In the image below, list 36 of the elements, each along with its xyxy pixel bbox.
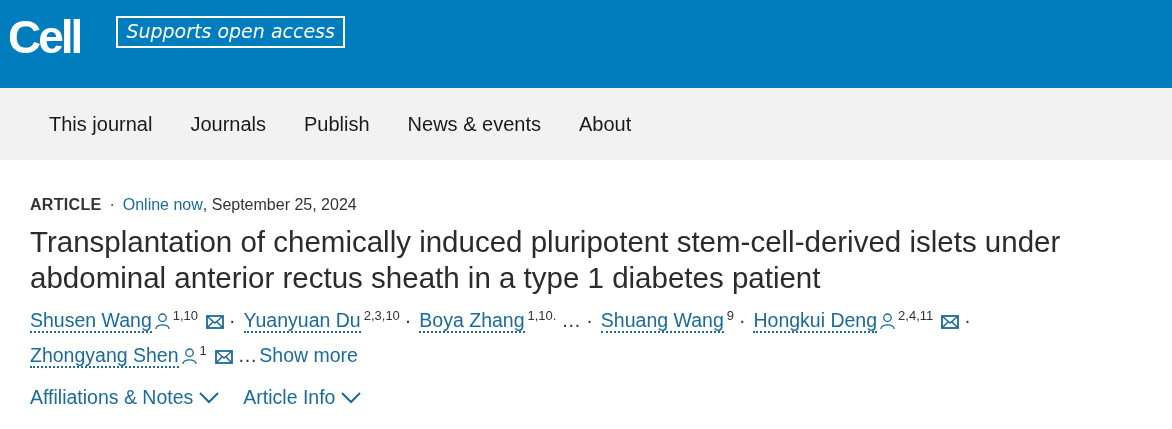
article-title: Transplantation of chemically induced pluripotent stem-cell-derived islets under abdominal anterior rectus sheath in a type 1 diabetes patient <box>30 224 1062 296</box>
online-status-link[interactable]: Online now <box>122 196 203 214</box>
expand-toggle[interactable]: Affiliations & Notes <box>30 386 220 409</box>
author-separator: … · <box>561 308 593 333</box>
email-icon[interactable] <box>206 314 225 329</box>
author-separator: · <box>738 308 746 333</box>
author-link[interactable]: Zhongyang Shen <box>30 344 179 368</box>
author-link[interactable]: Hongkui Deng <box>753 309 878 333</box>
open-access-badge: Supports open access <box>116 16 345 48</box>
author-link[interactable]: Yuanyuan Du <box>243 309 361 333</box>
author-separator: · <box>964 308 971 333</box>
nav-link[interactable]: Journals <box>190 112 266 136</box>
journal-logo[interactable]: Cell <box>8 14 81 60</box>
nav-link[interactable]: This journal <box>49 112 153 136</box>
nav-link[interactable]: About <box>579 112 632 136</box>
affiliation-numbers: 2,4,11 <box>898 307 934 325</box>
publication-date: , September 25, 2024 <box>202 196 357 214</box>
affiliation-numbers: 1 <box>199 342 207 360</box>
email-icon[interactable] <box>941 314 960 329</box>
expand-toggle[interactable]: Article Info <box>243 386 362 409</box>
affiliation-numbers: 2,3,10 <box>363 307 400 325</box>
author-link[interactable]: Boya Zhang <box>419 309 525 333</box>
author-link[interactable]: Shuang Wang <box>600 309 724 333</box>
email-icon[interactable] <box>214 349 233 364</box>
nav-link[interactable]: Publish <box>304 112 370 136</box>
nav-link[interactable]: News & events <box>407 112 541 136</box>
affiliation-numbers: 1,10 <box>172 307 199 325</box>
author-separator: … <box>237 343 258 368</box>
article-type: ARTICLE <box>30 196 102 214</box>
affiliation-numbers: 9 <box>726 307 734 325</box>
author-separator: · <box>229 308 236 333</box>
show-more-link[interactable]: Show more <box>259 339 358 371</box>
author-link[interactable]: Shusen Wang <box>30 309 152 333</box>
separator-dot: · <box>109 196 115 214</box>
affiliation-numbers: 1,10. <box>527 307 557 325</box>
author-separator: · <box>404 308 412 333</box>
